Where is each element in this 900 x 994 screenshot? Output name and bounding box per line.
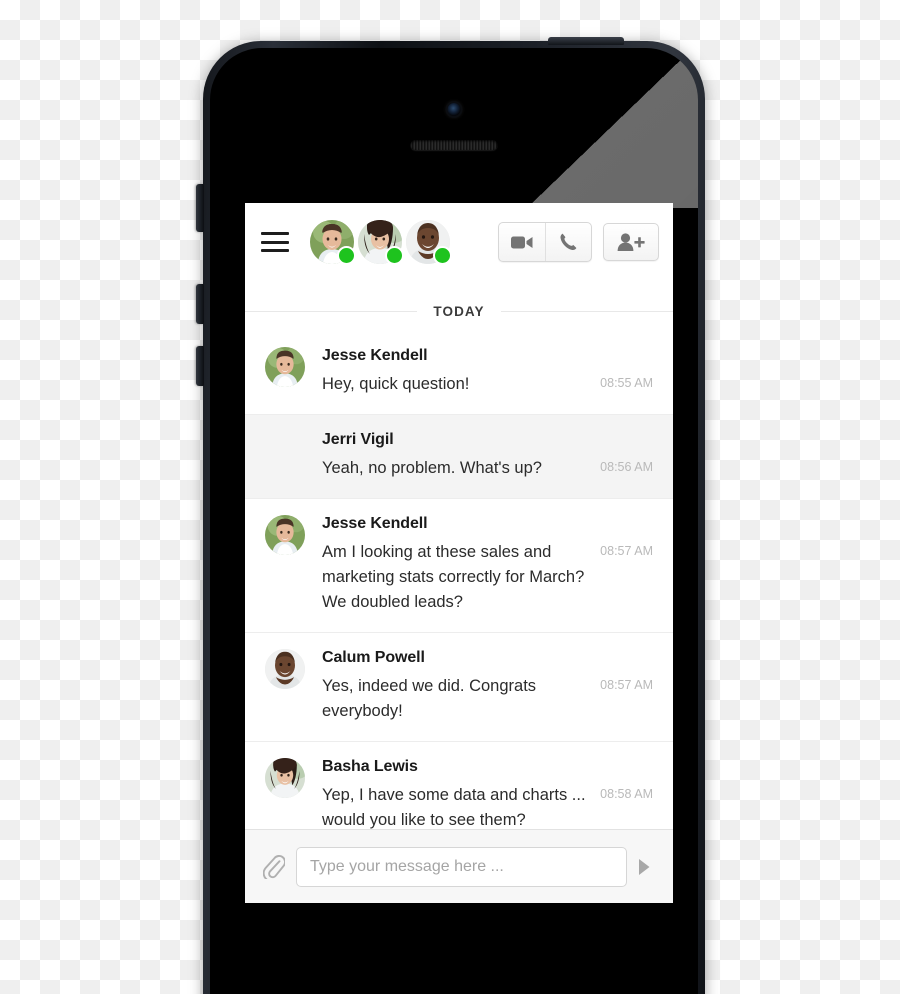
paperclip-icon — [263, 854, 285, 879]
message-author: Jesse Kendell — [322, 515, 428, 532]
phone-handset-icon — [560, 233, 577, 251]
phone-device: TODAY Jesse Kendell Hey, quick question!… — [196, 37, 705, 994]
presence-avatar-list — [310, 220, 454, 265]
message-line: Am I looking at these sales and marketin… — [322, 540, 653, 615]
divider-line-right — [500, 311, 673, 312]
add-person-button[interactable] — [603, 223, 659, 261]
earpiece-speaker-icon — [410, 140, 498, 150]
avatar-image — [265, 758, 305, 798]
message-timestamp: 08:57 AM — [600, 678, 653, 692]
presence-avatar-calum-powell[interactable] — [406, 220, 452, 265]
message-input[interactable] — [296, 846, 627, 887]
message-line: Yes, indeed we did. Congrats everybody! … — [322, 674, 653, 724]
online-status-dot — [385, 246, 404, 265]
send-triangle-icon — [639, 858, 650, 875]
video-camera-icon — [511, 236, 533, 248]
avatar-image — [265, 649, 305, 689]
message-body: Jesse Kendell Hey, quick question! 08:55… — [322, 347, 653, 397]
volume-up-button[interactable] — [196, 284, 204, 324]
phone-screen-bezel: TODAY Jesse Kendell Hey, quick question!… — [210, 48, 698, 994]
message-text: Hey, quick question! — [322, 375, 470, 393]
message-timestamp: 08:55 AM — [600, 376, 653, 390]
avatar-image — [265, 515, 305, 555]
message-line: Yep, I have some data and charts ... wou… — [322, 783, 653, 829]
message-line: Hey, quick question! 08:55 AM — [322, 372, 653, 397]
volume-down-button[interactable] — [196, 346, 204, 386]
app-header — [245, 203, 673, 281]
header-actions — [498, 222, 659, 262]
call-button-group — [498, 222, 592, 262]
mute-switch[interactable] — [196, 184, 204, 232]
hamburger-menu-icon[interactable] — [261, 232, 289, 252]
message-item[interactable]: Jesse Kendell Hey, quick question! 08:55… — [245, 339, 673, 414]
video-call-button[interactable] — [499, 223, 545, 261]
message-avatar — [265, 347, 305, 387]
send-message-button[interactable] — [627, 858, 661, 876]
message-item[interactable]: Basha Lewis Yep, I have some data and ch… — [245, 741, 673, 829]
add-person-icon — [617, 233, 645, 251]
message-line: Yeah, no problem. What's up? 08:56 AM — [322, 456, 653, 481]
message-text: Yeah, no problem. What's up? — [322, 459, 542, 477]
avatar-image — [265, 347, 305, 387]
date-divider: TODAY — [245, 281, 673, 339]
attach-file-button[interactable] — [261, 854, 287, 879]
message-item[interactable]: Jesse Kendell Am I looking at these sale… — [245, 498, 673, 632]
message-body: Jesse Kendell Am I looking at these sale… — [322, 515, 653, 615]
online-status-dot — [433, 246, 452, 265]
message-author: Jerri Vigil — [322, 431, 394, 448]
message-body: Calum Powell Yes, indeed we did. Congrat… — [322, 649, 653, 724]
online-status-dot — [337, 246, 356, 265]
message-author: Jesse Kendell — [322, 347, 428, 364]
front-camera-icon — [447, 103, 461, 116]
divider-line-left — [245, 311, 418, 312]
presence-avatar-basha-lewis[interactable] — [358, 220, 404, 265]
message-author: Basha Lewis — [322, 758, 418, 775]
date-divider-label: TODAY — [433, 304, 485, 319]
message-avatar — [265, 758, 305, 798]
voice-call-button[interactable] — [545, 223, 591, 261]
message-text: Yep, I have some data and charts ... wou… — [322, 786, 586, 829]
app-screen: TODAY Jesse Kendell Hey, quick question!… — [245, 203, 673, 903]
message-body: Basha Lewis Yep, I have some data and ch… — [322, 758, 653, 829]
power-button[interactable] — [548, 37, 624, 45]
message-item[interactable]: Calum Powell Yes, indeed we did. Congrat… — [245, 632, 673, 741]
message-text: Yes, indeed we did. Congrats everybody! — [322, 677, 537, 720]
message-text: Am I looking at these sales and marketin… — [322, 543, 585, 611]
message-timestamp: 08:58 AM — [600, 787, 653, 801]
message-avatar-placeholder — [265, 431, 305, 471]
presence-avatar-jesse-kendell[interactable] — [310, 220, 356, 265]
message-composer — [245, 829, 673, 903]
message-author: Calum Powell — [322, 649, 425, 666]
message-timestamp: 08:56 AM — [600, 460, 653, 474]
message-list[interactable]: Jesse Kendell Hey, quick question! 08:55… — [245, 339, 673, 829]
message-body: Jerri Vigil Yeah, no problem. What's up?… — [322, 431, 653, 481]
message-avatar — [265, 515, 305, 555]
message-avatar — [265, 649, 305, 689]
message-timestamp: 08:57 AM — [600, 544, 653, 558]
message-item[interactable]: Jerri Vigil Yeah, no problem. What's up?… — [245, 414, 673, 498]
